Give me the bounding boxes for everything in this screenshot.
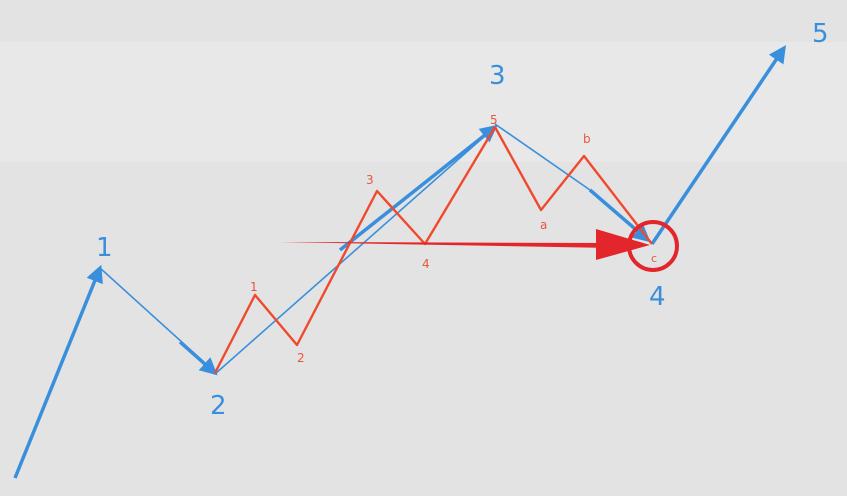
major-label-5: 5 — [812, 19, 829, 49]
major-label-4: 4 — [649, 282, 666, 312]
highlight-arrow-shaft — [279, 242, 612, 248]
major-label-1: 1 — [96, 233, 113, 263]
minor-label-c: c — [651, 252, 657, 265]
minor-wave — [213, 125, 653, 374]
major-label-3: 3 — [489, 61, 506, 91]
minor-label-3: 3 — [366, 173, 374, 187]
major-leg-0-1 — [13, 264, 103, 479]
major-leg-2-impulse — [178, 340, 218, 376]
minor-label-1: 1 — [250, 280, 258, 294]
major-leg-2-3-arrow — [338, 124, 498, 252]
minor-label-a: a — [540, 218, 547, 232]
minor-label-2: 2 — [297, 351, 305, 365]
wave-canvas: 1 2 3 4 5 1 2 3 4 5 a b c — [13, 19, 829, 479]
major-leg-2-3-thin — [214, 126, 496, 375]
minor-label-5: 5 — [490, 113, 498, 127]
highlight-arrow — [279, 229, 650, 260]
minor-label-b: b — [583, 132, 591, 146]
major-leg-3-4-thin — [494, 123, 591, 191]
major-leg-4-5 — [650, 45, 786, 245]
elliott-wave-diagram: 1 2 3 4 5 1 2 3 4 5 a b c — [0, 0, 847, 496]
major-label-2: 2 — [210, 391, 227, 421]
minor-label-4: 4 — [422, 257, 430, 271]
